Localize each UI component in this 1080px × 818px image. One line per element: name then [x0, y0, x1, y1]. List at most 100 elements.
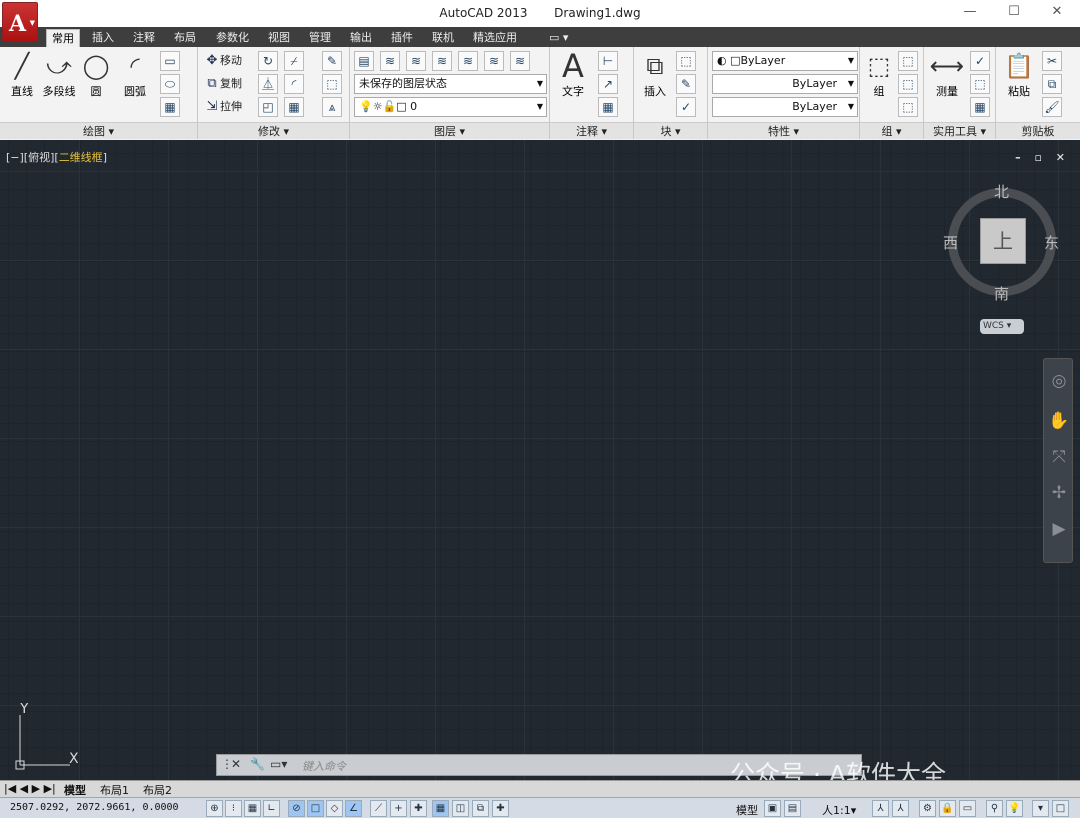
tab-plugins[interactable]: 插件 [386, 29, 418, 47]
grid-icon[interactable]: ▦ [244, 800, 261, 817]
orbit-icon[interactable]: ✢ [1044, 483, 1074, 503]
annotation-monitor-icon[interactable]: ✚ [492, 800, 509, 817]
tab-online[interactable]: 联机 [427, 29, 459, 47]
application-menu-button[interactable]: A ▼ [2, 2, 38, 42]
tab-featured-apps[interactable]: 精选应用 [468, 29, 522, 47]
ribbon-toggle-icon[interactable]: ▭ ▾ [544, 29, 573, 47]
selection-cycling-icon[interactable]: ⧉ [472, 800, 489, 817]
workspace-gear-icon[interactable]: ⚙ [919, 800, 936, 817]
drawing-viewport[interactable]: [−][俯视][二维线框] – ▫ ✕ 北 南 东 西 上 WCS ▾ ◎ ✋ … [0, 140, 1080, 780]
rotate-icon[interactable]: ↻ [258, 51, 278, 71]
lock-ui-icon[interactable]: 🔒 [939, 800, 956, 817]
layer-iso-icon[interactable]: ≋ [406, 51, 426, 71]
showmotion-icon[interactable]: ▶ [1044, 519, 1074, 539]
viewcube-east[interactable]: 东 [1044, 232, 1059, 253]
panel-block-title[interactable]: 块 ▾ [634, 122, 707, 139]
command-input[interactable]: 键入命令 [302, 758, 346, 774]
color-dropdown[interactable]: ◐ □ByLayer ▼ [712, 51, 858, 71]
cut-icon[interactable]: ✂ [1042, 51, 1062, 71]
erase-icon[interactable]: ✎ [322, 51, 342, 71]
layer-state-icon[interactable]: ≋ [380, 51, 400, 71]
model-space-button[interactable]: 模型 [736, 802, 758, 818]
panel-layers-title[interactable]: 图层 ▾ [350, 122, 549, 139]
calculator-icon[interactable]: ▦ [970, 97, 990, 117]
lineweight-dropdown[interactable]: ByLayer ▼ [712, 97, 858, 117]
panel-modify-title[interactable]: 修改 ▾ [198, 122, 349, 139]
panel-annotation-title[interactable]: 注释 ▾ [550, 122, 633, 139]
rectangle-icon[interactable]: ▭ [160, 51, 180, 71]
tab-layout[interactable]: 布局 [169, 29, 201, 47]
command-prompt-icon[interactable]: ▭▾ [270, 757, 287, 771]
infer-constraints-icon[interactable]: ⊕ [206, 800, 223, 817]
layer-freeze-icon[interactable]: ≋ [458, 51, 478, 71]
clean-screen-icon[interactable]: □ [1052, 800, 1069, 817]
annotation-visibility-icon[interactable]: ⅄ [872, 800, 889, 817]
layer-properties-icon[interactable]: ▤ [354, 51, 374, 71]
transparency-icon[interactable]: ▦ [432, 800, 449, 817]
trim-icon[interactable]: ⌿ [284, 51, 304, 71]
group-edit-icon[interactable]: ⬚ [898, 74, 918, 94]
pan-hand-icon[interactable]: ✋ [1044, 411, 1074, 431]
quick-select-icon[interactable]: ✓ [970, 51, 990, 71]
auto-scale-icon[interactable]: ⅄ [892, 800, 909, 817]
viewcube-top-face[interactable]: 上 [980, 218, 1026, 264]
viewcube-west[interactable]: 西 [943, 232, 958, 253]
hatch-icon[interactable]: ▦ [160, 97, 180, 117]
lineweight-icon[interactable]: ✚ [410, 800, 427, 817]
layer-off-icon[interactable]: ≋ [432, 51, 452, 71]
group-button[interactable]: ⬚ 组 [864, 51, 894, 99]
ellipse-icon[interactable]: ⬭ [160, 74, 180, 94]
layer-dropdown[interactable]: 💡☼🔓□ 0 ▼ [354, 97, 547, 117]
create-block-icon[interactable]: ⬚ [676, 51, 696, 71]
tab-layout1[interactable]: 布局1 [100, 782, 129, 798]
quick-properties-icon[interactable]: ◫ [452, 800, 469, 817]
table-icon[interactable]: ▦ [598, 97, 618, 117]
array-icon[interactable]: ▦ [284, 97, 304, 117]
attribute-icon[interactable]: ✓ [676, 97, 696, 117]
copy-clip-icon[interactable]: ⧉ [1042, 74, 1062, 94]
polyline-button[interactable]: ⤻ 多段线 [40, 51, 78, 99]
viewcube-south[interactable]: 南 [994, 283, 1009, 304]
line-button[interactable]: ╱ 直线 [6, 51, 38, 99]
mirror-icon[interactable]: ⏅ [258, 74, 278, 94]
tab-layout2[interactable]: 布局2 [143, 782, 172, 798]
tab-manage[interactable]: 管理 [304, 29, 336, 47]
wcs-menu[interactable]: WCS ▾ [980, 319, 1024, 334]
coordinates-readout[interactable]: 2507.0292, 2072.9661, 0.0000 [10, 802, 179, 813]
wrench-icon[interactable]: 🔧 [250, 757, 265, 771]
steering-wheel-icon[interactable]: ◎ [1044, 371, 1074, 391]
dimension-icon[interactable]: ⊢ [598, 51, 618, 71]
polar-icon[interactable]: ⊘ [288, 800, 305, 817]
tab-insert[interactable]: 插入 [87, 29, 119, 47]
viewcube-north[interactable]: 北 [994, 181, 1009, 202]
close-icon[interactable]: ✕ [231, 757, 241, 771]
group-select-icon[interactable]: ⬚ [898, 97, 918, 117]
snap-icon[interactable]: ⁝ [225, 800, 242, 817]
ducs-icon[interactable]: ⟋ [370, 800, 387, 817]
scale-icon[interactable]: ◰ [258, 97, 278, 117]
lightbulb-icon[interactable]: 💡 [1006, 800, 1023, 817]
tab-annotate[interactable]: 注释 [128, 29, 160, 47]
copy-button[interactable]: ⧉ 复制 [204, 74, 242, 94]
layer-state-dropdown[interactable]: 未保存的图层状态 ▼ [354, 74, 547, 94]
panel-draw-title[interactable]: 绘图 ▾ [0, 122, 197, 139]
panel-properties-title[interactable]: 特性 ▾ [708, 122, 859, 139]
viewport-controls[interactable]: – ▫ ✕ [1015, 151, 1070, 164]
dyn-icon[interactable]: + [390, 800, 407, 817]
otrack-icon[interactable]: ∠ [345, 800, 362, 817]
select-all-icon[interactable]: ⬚ [970, 74, 990, 94]
3dosnap-icon[interactable]: ◇ [326, 800, 343, 817]
offset-icon[interactable]: ⩓ [322, 97, 342, 117]
viewport-label[interactable]: [−][俯视][二维线框] [6, 149, 107, 165]
move-button[interactable]: ✥ 移动 [204, 51, 242, 71]
stretch-button[interactable]: ⇲ 拉伸 [204, 97, 242, 117]
quick-view-drawings-icon[interactable]: ▤ [784, 800, 801, 817]
quick-view-layouts-icon[interactable]: ▣ [764, 800, 781, 817]
annotation-scale[interactable]: 人1:1▾ [822, 802, 856, 818]
explode-icon[interactable]: ⬚ [322, 74, 342, 94]
text-button[interactable]: A 文字 [556, 50, 590, 99]
hardware-acceleration-icon[interactable]: ▭ [959, 800, 976, 817]
linetype-dropdown[interactable]: ByLayer ▼ [712, 74, 858, 94]
ungroup-icon[interactable]: ⬚ [898, 51, 918, 71]
tab-home[interactable]: 常用 [46, 29, 80, 47]
